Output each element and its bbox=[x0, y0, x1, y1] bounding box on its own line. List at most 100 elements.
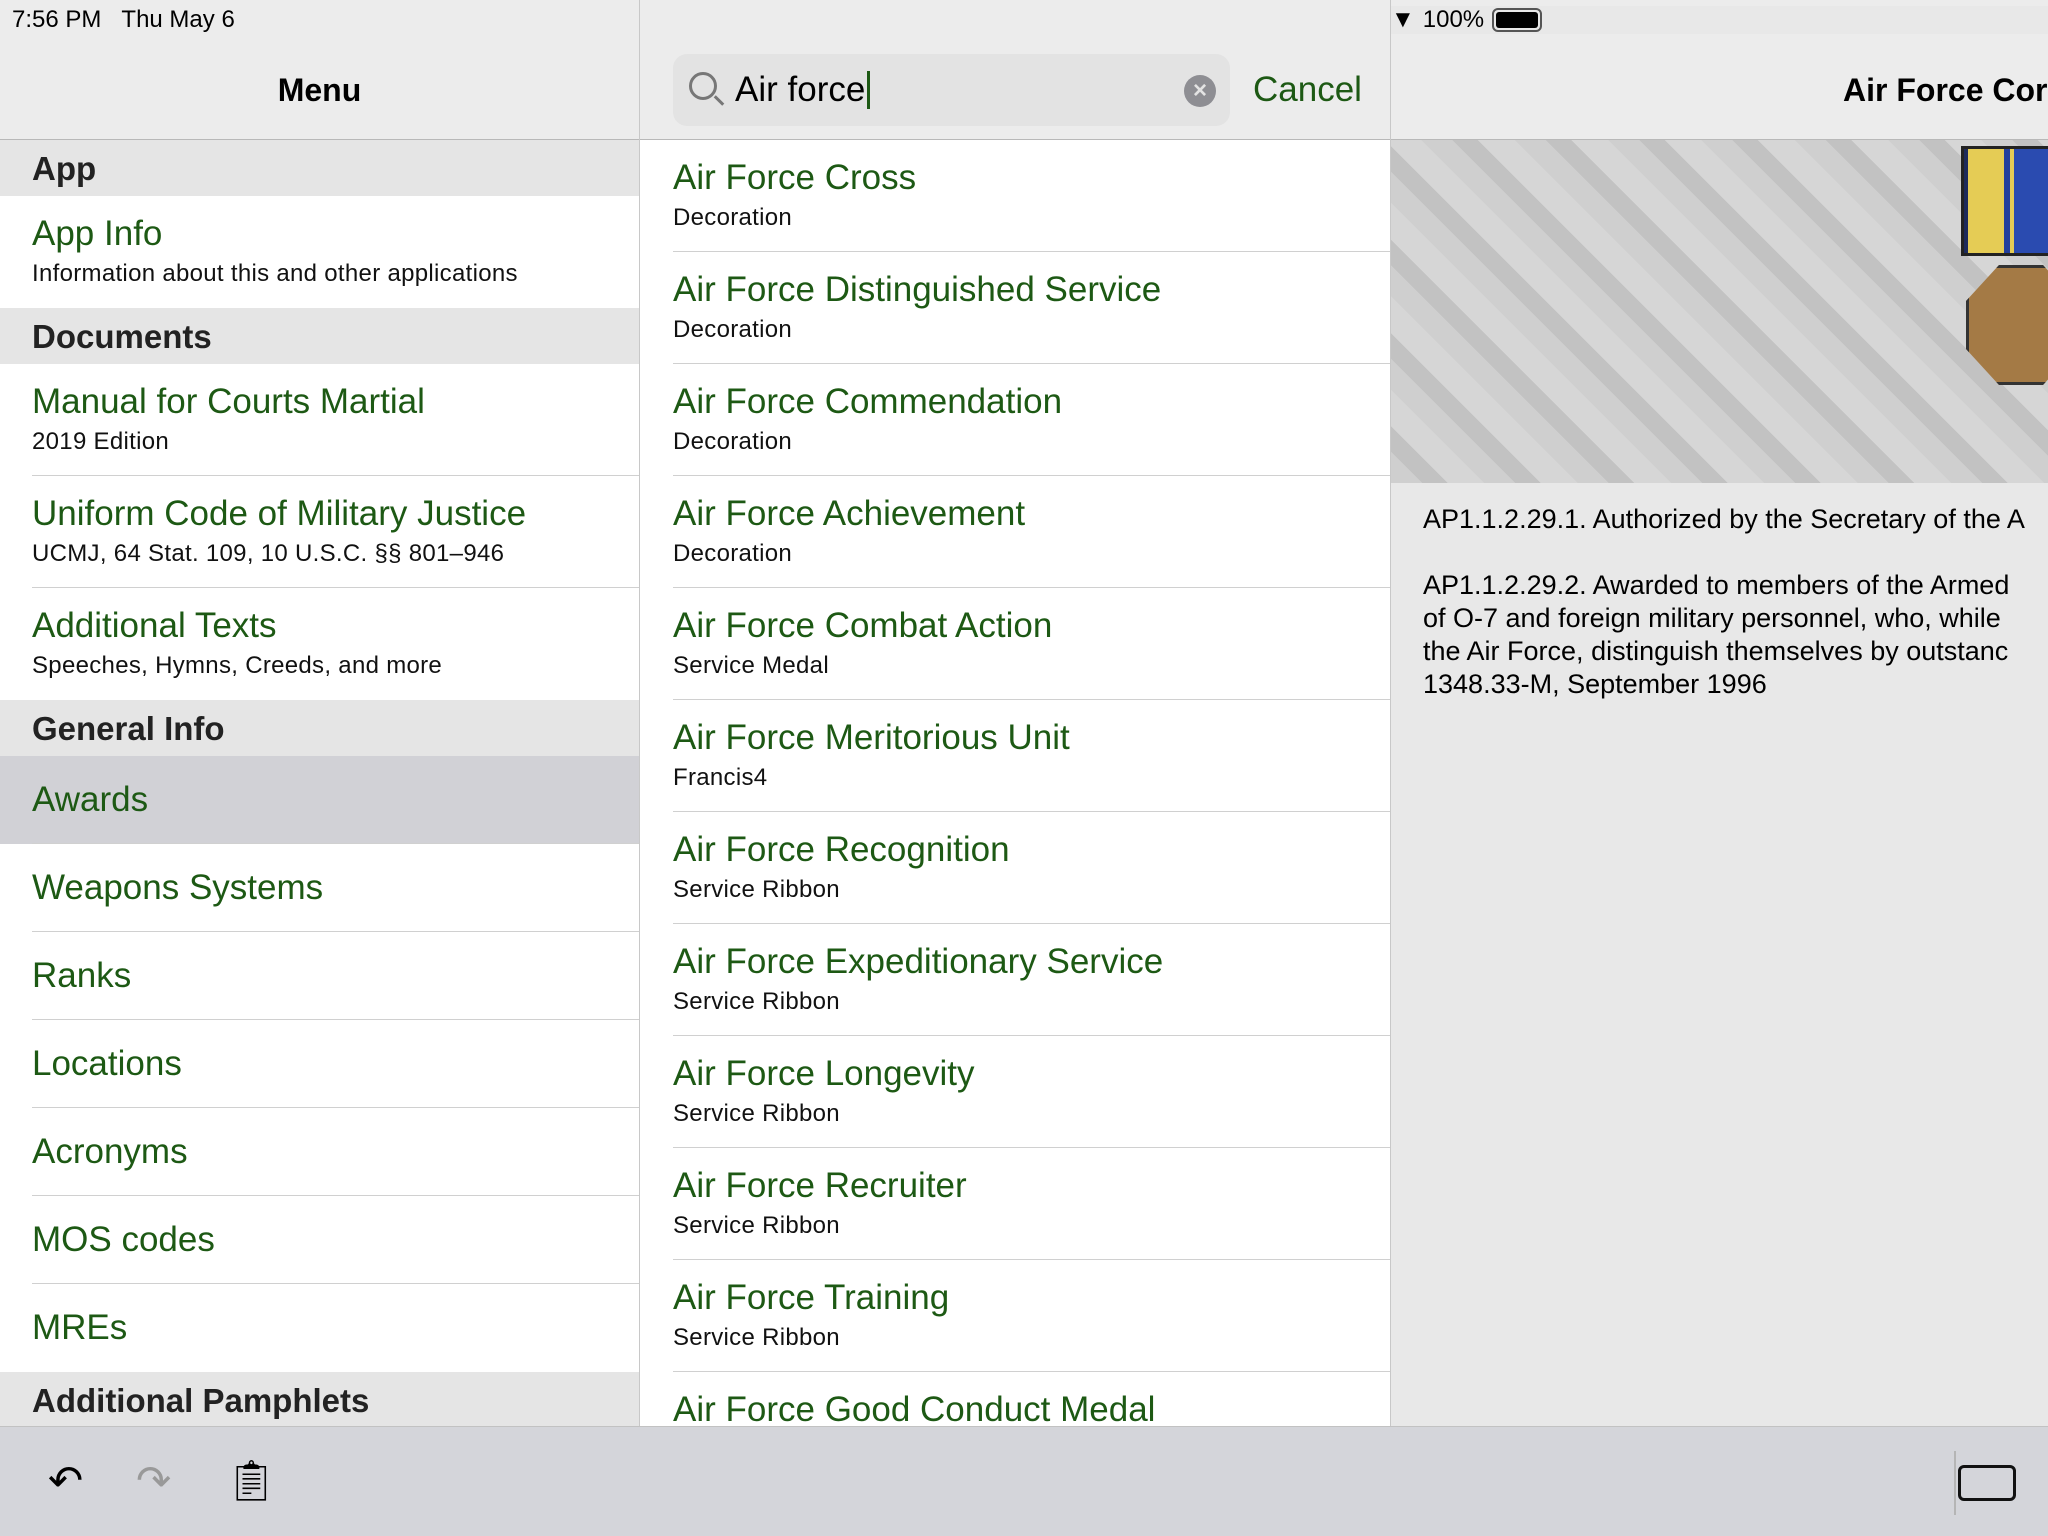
menu-item[interactable]: Locations bbox=[0, 1020, 639, 1108]
paragraph-line: of O-7 and foreign military personnel, w… bbox=[1423, 603, 2001, 633]
menu-item-title: Manual for Courts Martial bbox=[32, 382, 425, 421]
menu-item[interactable]: Weapons Systems bbox=[0, 844, 639, 932]
menu-item-subtitle: 2019 Edition bbox=[32, 428, 170, 455]
result-title: Air Force Meritorious Unit bbox=[673, 718, 1070, 757]
paragraph-line: the Air Force, distinguish themselves by… bbox=[1423, 636, 2009, 666]
search-result[interactable]: Air Force Expeditionary Service Service R… bbox=[640, 924, 1390, 1036]
menu-list: App App Info Information about this and ot… bbox=[0, 140, 639, 1426]
status-bar: 7:56 PM Thu May 6 ▼ 100% bbox=[0, 0, 2048, 40]
menu-item-title: MREs bbox=[32, 1308, 128, 1347]
menu-item-title: Locations bbox=[32, 1044, 182, 1083]
battery-percent: 100% bbox=[1422, 6, 1485, 33]
result-title: Air Force Recognition bbox=[673, 830, 1010, 869]
result-subtitle: Francis4 bbox=[673, 764, 768, 791]
redo-icon[interactable]: ↷ bbox=[136, 1457, 171, 1505]
search-result[interactable]: Air Force Training Service Ribbon bbox=[640, 1260, 1390, 1372]
menu-item[interactable]: App Info Information about this and other… bbox=[0, 196, 639, 308]
section-header: Additional Pamphlets bbox=[0, 1372, 639, 1426]
search-icon bbox=[689, 72, 717, 100]
result-subtitle: Service Ribbon bbox=[673, 1212, 840, 1239]
search-result[interactable]: Air Force Recruiter Service Ribbon bbox=[640, 1148, 1390, 1260]
menu-item[interactable]: Ranks bbox=[0, 932, 639, 1020]
battery-icon bbox=[1492, 8, 1543, 32]
result-subtitle: Decoration bbox=[673, 540, 793, 567]
result-title: Air Force Cross bbox=[673, 158, 917, 197]
detail-pane: Air Force Cor AP1.1.2.29.1. Authorized b… bbox=[1391, 0, 2048, 1426]
section-header: General Info bbox=[0, 700, 639, 756]
result-title: Air Force Longevity bbox=[673, 1054, 975, 1093]
clear-search-button[interactable]: × bbox=[1184, 75, 1216, 107]
section-header: Documents bbox=[0, 308, 639, 364]
medal-ribbon bbox=[1961, 146, 2048, 256]
search-result[interactable]: Air Force Distinguished Service Decoratio… bbox=[640, 252, 1390, 364]
section-header: App bbox=[0, 140, 639, 196]
menu-title: Menu bbox=[277, 72, 362, 108]
search-result[interactable]: Air Force Good Conduct Medal bbox=[640, 1372, 1390, 1426]
text-cursor bbox=[867, 71, 871, 109]
result-title: Air Force Achievement bbox=[673, 494, 1026, 533]
keyboard-icon[interactable] bbox=[1958, 1465, 2016, 1501]
menu-item-subtitle: Information about this and other applica… bbox=[32, 260, 518, 287]
paragraph-1: AP1.1.2.29.1. Authorized by the Secretar… bbox=[1423, 504, 2025, 534]
menu-item-title: Awards bbox=[32, 780, 149, 819]
detail-text: AP1.1.2.29.1. Authorized by the Secretar… bbox=[1391, 483, 2048, 701]
menu-item-title: Weapons Systems bbox=[32, 868, 324, 907]
result-title: Air Force Recruiter bbox=[673, 1166, 967, 1205]
menu-item[interactable]: MOS codes bbox=[0, 1196, 639, 1284]
menu-item[interactable]: Uniform Code of Military Justice UCMJ, 64… bbox=[0, 476, 639, 588]
search-result[interactable]: Air Force Cross Decoration bbox=[640, 140, 1390, 252]
menu-item[interactable]: Awards bbox=[0, 756, 639, 844]
result-title: Air Force Expeditionary Service bbox=[673, 942, 1164, 981]
medal-image bbox=[1966, 265, 2048, 385]
result-subtitle: Decoration bbox=[673, 428, 793, 455]
keyboard-shortcut-bar: ↶ ↷ 📋︎ bbox=[0, 1426, 2048, 1536]
status-date: Thu May 6 bbox=[121, 6, 235, 33]
result-subtitle: Service Ribbon bbox=[673, 1100, 840, 1127]
menu-item[interactable]: Manual for Courts Martial 2019 Edition bbox=[0, 364, 639, 476]
menu-item-subtitle: UCMJ, 64 Stat. 109, 10 U.S.C. §§ 801–946 bbox=[32, 540, 505, 567]
detail-title: Air Force Cor bbox=[1843, 72, 2048, 108]
menu-item-subtitle: Speeches, Hymns, Creeds, and more bbox=[32, 652, 443, 679]
result-subtitle: Decoration bbox=[673, 316, 793, 343]
menu-item[interactable]: Acronyms bbox=[0, 1108, 639, 1196]
toolbar-divider bbox=[1954, 1451, 1956, 1515]
menu-item-title: Ranks bbox=[32, 956, 132, 995]
search-input[interactable]: Air force × bbox=[673, 54, 1230, 126]
menu-item-title: Acronyms bbox=[32, 1132, 188, 1171]
menu-sidebar: Menu App App Info Information about this a… bbox=[0, 0, 640, 1426]
menu-item[interactable]: MREs bbox=[0, 1284, 639, 1372]
paragraph-2: AP1.1.2.29.2. Awarded to members of the … bbox=[1423, 569, 2048, 701]
result-title: Air Force Good Conduct Medal bbox=[673, 1390, 1156, 1426]
result-title: Air Force Training bbox=[673, 1278, 950, 1317]
search-result[interactable]: Air Force Combat Action Service Medal bbox=[640, 588, 1390, 700]
menu-item-title: Additional Texts bbox=[32, 606, 277, 645]
paragraph-line: 1348.33-M, September 1996 bbox=[1423, 669, 1767, 699]
result-title: Air Force Combat Action bbox=[673, 606, 1053, 645]
search-result[interactable]: Air Force Achievement Decoration bbox=[640, 476, 1390, 588]
menu-item-title: Uniform Code of Military Justice bbox=[32, 494, 527, 533]
results-list: Air Force Cross Decoration Air Force Disti… bbox=[640, 140, 1390, 1426]
result-subtitle: Service Ribbon bbox=[673, 988, 840, 1015]
cancel-button[interactable]: Cancel bbox=[1253, 70, 1362, 110]
search-result[interactable]: Air Force Meritorious Unit Francis4 bbox=[640, 700, 1390, 812]
search-results-pane: Air force × Cancel Air Force Cross Decora… bbox=[640, 0, 1391, 1426]
result-title: Air Force Distinguished Service bbox=[673, 270, 1162, 309]
paragraph-line: AP1.1.2.29.2. Awarded to members of the … bbox=[1423, 570, 2010, 600]
menu-item[interactable]: Additional Texts Speeches, Hymns, Creeds,… bbox=[0, 588, 639, 700]
result-subtitle: Service Medal bbox=[673, 652, 829, 679]
search-result[interactable]: Air Force Recognition Service Ribbon bbox=[640, 812, 1390, 924]
paste-icon[interactable]: 📋︎ bbox=[226, 1457, 277, 1505]
result-subtitle: Decoration bbox=[673, 204, 793, 231]
menu-item-title: MOS codes bbox=[32, 1220, 215, 1259]
search-result[interactable]: Air Force Commendation Decoration bbox=[640, 364, 1390, 476]
award-image bbox=[1391, 140, 2048, 483]
wifi-icon: ▼ bbox=[1391, 6, 1415, 33]
status-time: 7:56 PM bbox=[12, 6, 102, 33]
result-subtitle: Service Ribbon bbox=[673, 1324, 840, 1351]
search-result[interactable]: Air Force Longevity Service Ribbon bbox=[640, 1036, 1390, 1148]
result-subtitle: Service Ribbon bbox=[673, 876, 840, 903]
search-value: Air force bbox=[735, 70, 866, 109]
menu-item-title: App Info bbox=[32, 214, 163, 253]
undo-icon[interactable]: ↶ bbox=[48, 1457, 83, 1505]
result-title: Air Force Commendation bbox=[673, 382, 1063, 421]
